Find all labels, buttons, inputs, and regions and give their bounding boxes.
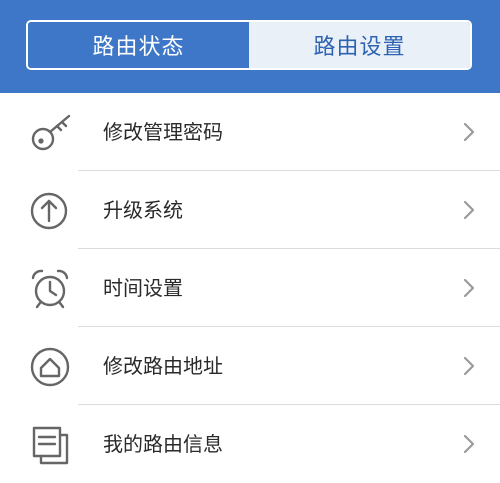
key-icon: [28, 110, 74, 156]
menu-item-label: 修改管理密码: [103, 120, 223, 144]
menu-item-change-password[interactable]: 修改管理密码: [0, 93, 500, 171]
chevron-right-icon: [462, 199, 476, 221]
chevron-right-icon: [462, 277, 476, 299]
upgrade-arrow-icon: [28, 188, 74, 234]
menu-item-label: 我的路由信息: [103, 432, 223, 456]
header-bar: 路由状态 路由设置: [0, 0, 500, 93]
router-info-icon: [28, 422, 74, 468]
menu-item-my-router-info[interactable]: 我的路由信息: [0, 405, 500, 483]
chevron-right-icon: [462, 121, 476, 143]
home-address-icon: [28, 344, 74, 390]
menu-item-label: 升级系统: [103, 198, 183, 222]
tab-segmented-control: 路由状态 路由设置: [26, 20, 472, 70]
tab-router-settings[interactable]: 路由设置: [249, 22, 470, 68]
menu-item-change-router-address[interactable]: 修改路由地址: [0, 327, 500, 405]
menu-item-time-settings[interactable]: 时间设置: [0, 249, 500, 327]
menu-item-label: 时间设置: [103, 276, 183, 300]
chevron-right-icon: [462, 355, 476, 377]
alarm-clock-icon: [28, 266, 74, 312]
settings-menu-list: 修改管理密码 升级系统 时间设置 修改路由地址 我的路由信息: [0, 93, 500, 483]
tab-router-status[interactable]: 路由状态: [28, 22, 249, 68]
menu-item-label: 修改路由地址: [103, 354, 223, 378]
chevron-right-icon: [462, 433, 476, 455]
menu-item-upgrade-system[interactable]: 升级系统: [0, 171, 500, 249]
